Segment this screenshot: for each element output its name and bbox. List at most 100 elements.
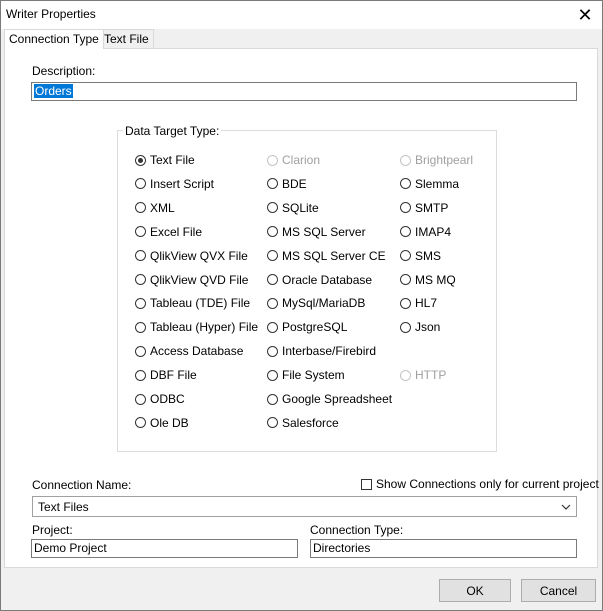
radio-dot: [135, 321, 146, 333]
connection-type-input[interactable]: Directories: [310, 539, 577, 558]
radio-sms[interactable]: SMS: [400, 248, 441, 264]
radio-label: HL7: [415, 296, 438, 311]
radio-label: Interbase/Firebird: [282, 344, 377, 359]
radio-dot: [135, 297, 146, 309]
radio-label: XML: [150, 200, 175, 215]
radio-label: Json: [415, 320, 441, 335]
radio-dot: [135, 369, 146, 381]
radio-ole-db[interactable]: Ole DB: [135, 415, 189, 431]
radio-label: Tableau (TDE) File: [150, 296, 251, 311]
radio-hl7[interactable]: HL7: [400, 295, 437, 311]
radio-label: DBF File: [150, 368, 197, 383]
radio-ms-sql-server[interactable]: MS SQL Server: [267, 224, 366, 240]
tab-strip: Connection Type Text File: [1, 29, 602, 49]
radio-label: Tableau (Hyper) File: [150, 320, 259, 335]
radio-label: Brightpearl: [415, 153, 474, 167]
radio-dot: [267, 154, 278, 166]
show-connections-checkbox[interactable]: Show Connections only for current projec…: [361, 477, 599, 491]
radio-google-spreadsheet[interactable]: Google Spreadsheet: [267, 391, 392, 407]
description-value: Orders: [34, 84, 73, 98]
radio-dot: [267, 297, 278, 309]
radio-dot: [267, 345, 278, 357]
radio-tableau-hyper-file[interactable]: Tableau (Hyper) File: [135, 319, 258, 335]
radio-qlikview-qvd-file[interactable]: QlikView QVD File: [135, 272, 248, 288]
radio-dot: [267, 369, 278, 381]
radio-file-system[interactable]: File System: [267, 367, 345, 383]
tab-text-file[interactable]: Text File: [99, 29, 154, 48]
radio-http: HTTP: [400, 367, 446, 383]
radio-salesforce[interactable]: Salesforce: [267, 415, 339, 431]
radio-dot: [135, 250, 146, 262]
radio-dot: [135, 274, 146, 285]
radio-sqlite[interactable]: SQLite: [267, 200, 319, 216]
radio-label: Access Database: [150, 344, 244, 359]
radio-label: ODBC: [150, 392, 185, 406]
data-target-type-title: Data Target Type:: [123, 124, 222, 138]
ok-button[interactable]: OK: [439, 579, 511, 602]
radio-dot: [400, 321, 411, 333]
project-value: Demo Project: [34, 541, 107, 555]
description-label: Description:: [32, 64, 96, 78]
radio-label: SQLite: [282, 200, 319, 215]
radio-dot: [267, 393, 278, 405]
radio-odbc[interactable]: ODBC: [135, 391, 185, 407]
connection-name-value: Text Files: [38, 500, 89, 514]
radio-label: BDE: [282, 176, 307, 191]
close-button[interactable]: ✕: [568, 1, 602, 29]
radio-json[interactable]: Json: [400, 319, 440, 335]
radio-slemma[interactable]: Slemma: [400, 176, 459, 192]
connection-type-page: Description: Orders Data Target Type: Co…: [4, 48, 599, 568]
radio-label: File System: [282, 368, 345, 383]
radio-ms-sql-server-ce[interactable]: MS SQL Server CE: [267, 248, 386, 264]
radio-dot: [267, 226, 278, 238]
radio-dot: [400, 297, 411, 309]
radio-label: QlikView QVX File: [150, 248, 248, 263]
chevron-down-icon: [561, 504, 571, 510]
radio-access-database[interactable]: Access Database: [135, 343, 243, 359]
connection-name-select[interactable]: Text Files: [32, 496, 577, 517]
radio-insert-script[interactable]: Insert Script: [135, 176, 214, 192]
radio-label: SMS: [415, 248, 442, 263]
radio-imap4[interactable]: IMAP4: [400, 224, 451, 240]
radio-dbf-file[interactable]: DBF File: [135, 367, 197, 383]
radio-dot: [400, 178, 411, 190]
radio-dot: [400, 202, 411, 214]
radio-tableau-tde-file[interactable]: Tableau (TDE) File: [135, 295, 250, 311]
radio-label: MySql/MariaDB: [282, 296, 366, 311]
radio-text-file[interactable]: Text File: [135, 152, 195, 168]
radio-oracle-database[interactable]: Oracle Database: [267, 272, 372, 288]
radio-dot: [135, 345, 146, 357]
title-bar: Writer Properties ✕: [1, 1, 602, 29]
radio-xml[interactable]: XML: [135, 200, 175, 216]
project-input[interactable]: Demo Project: [31, 539, 298, 558]
radio-dot: [135, 154, 146, 166]
radio-excel-file[interactable]: Excel File: [135, 224, 202, 240]
radio-label: SMTP: [415, 200, 449, 215]
radio-postgresql[interactable]: PostgreSQL: [267, 319, 347, 335]
radio-qlikview-qvx-file[interactable]: QlikView QVX File: [135, 248, 248, 264]
radio-label: PostgreSQL: [282, 320, 348, 335]
description-input[interactable]: Orders: [31, 82, 577, 101]
cancel-button[interactable]: Cancel: [521, 579, 596, 602]
close-icon: ✕: [577, 4, 593, 25]
radio-clarion: Clarion: [267, 152, 320, 168]
radio-bde[interactable]: BDE: [267, 176, 307, 192]
project-label: Project:: [32, 523, 73, 537]
radio-mysql-mariadb[interactable]: MySql/MariaDB: [267, 295, 365, 311]
connection-name-label: Connection Name:: [32, 478, 132, 492]
radio-dot: [400, 226, 411, 238]
radio-label: Ole DB: [150, 415, 189, 430]
radio-smtp[interactable]: SMTP: [400, 200, 448, 216]
radio-dot: [267, 274, 278, 285]
tab-connection-type[interactable]: Connection Type: [4, 29, 104, 49]
radio-dot: [267, 202, 278, 214]
radio-label: Slemma: [415, 176, 460, 191]
connection-type-value: Directories: [313, 541, 371, 555]
radio-ms-mq[interactable]: MS MQ: [400, 272, 456, 288]
radio-label: Clarion: [282, 153, 321, 167]
radio-interbase-firebird[interactable]: Interbase/Firebird: [267, 343, 376, 359]
radio-label: IMAP4: [415, 224, 452, 239]
radio-dot: [267, 178, 278, 190]
radio-dot: [400, 369, 411, 381]
radio-label: Oracle Database: [282, 272, 373, 287]
